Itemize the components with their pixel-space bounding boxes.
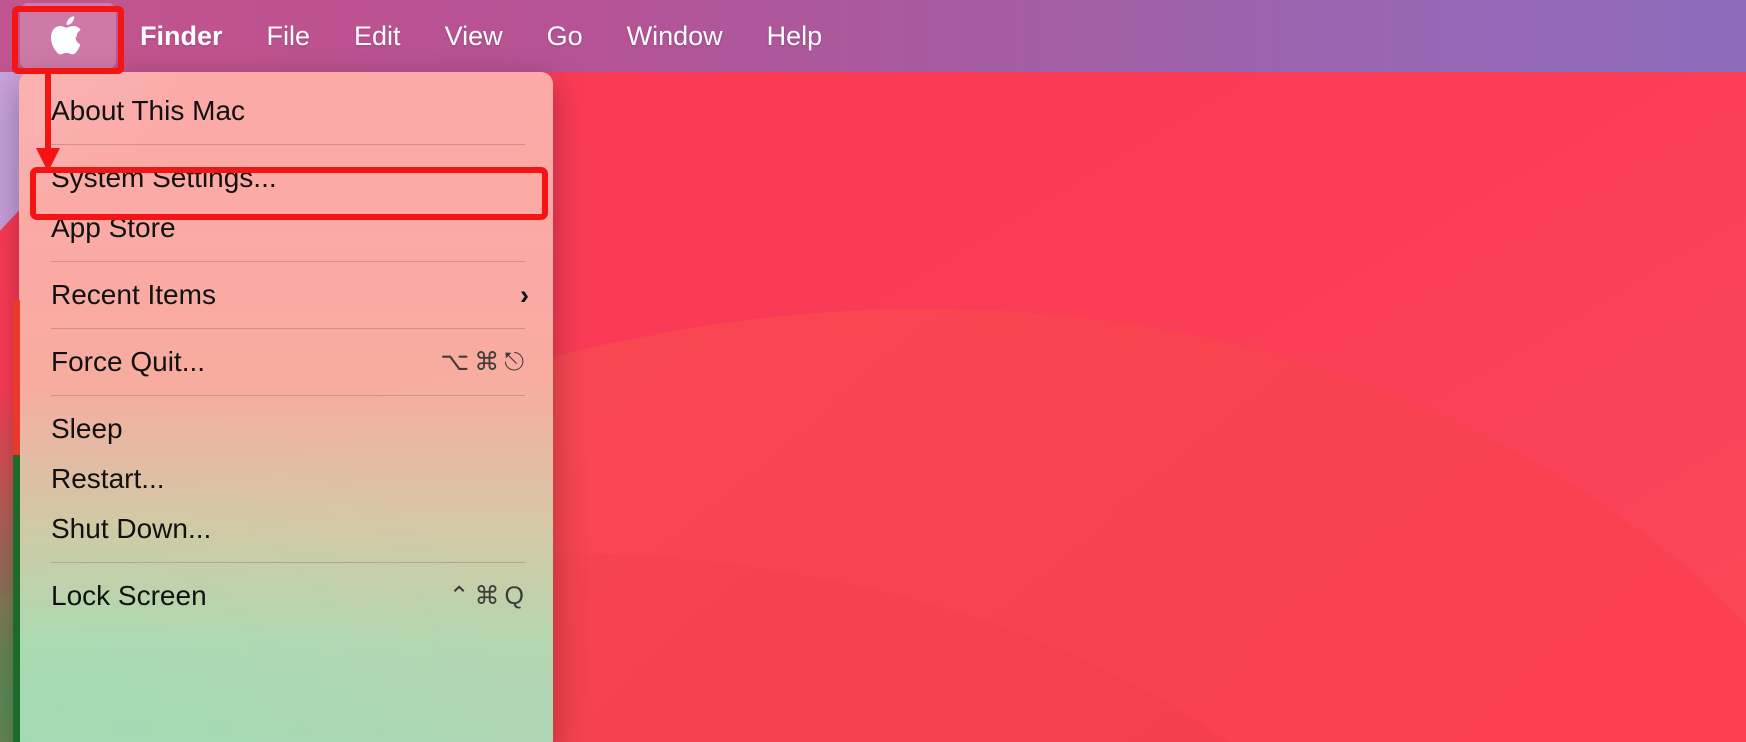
menu-item-shortcut: ⌥⌘⎋ [440,348,529,376]
menubar-item-file[interactable]: File [245,0,333,72]
menu-item-shortcut: ⌃⌘Q [448,582,529,610]
menubar-item-edit[interactable]: Edit [332,0,423,72]
menu-separator [51,144,525,145]
menu-item-recent-items[interactable]: Recent Items › [19,270,553,320]
menu-item-app-store[interactable]: App Store [19,203,553,253]
menubar-item-help[interactable]: Help [745,0,845,72]
menu-separator [51,562,525,563]
chevron-right-icon: › [520,279,529,310]
menubar-item-go[interactable]: Go [525,0,605,72]
menu-bar: Finder File Edit View Go Window Help [0,0,1746,72]
menu-item-label: Force Quit... [51,346,206,377]
apple-logo-icon [50,16,81,55]
apple-menu-dropdown: About This Mac System Settings... App St… [19,72,553,742]
menu-item-label: Recent Items [51,279,216,310]
menu-separator [51,261,525,262]
menu-item-label: Shut Down... [51,513,212,544]
menu-item-label: System Settings... [51,162,277,193]
menu-item-label: Sleep [51,413,123,444]
desktop-edge-strip-green [13,455,20,742]
menubar-item-view[interactable]: View [423,0,525,72]
menu-item-restart[interactable]: Restart... [19,454,553,504]
menu-item-label: About This Mac [51,95,246,126]
desktop-screen: Finder File Edit View Go Window Help Abo… [0,0,1746,742]
menu-item-shut-down[interactable]: Shut Down... [19,504,553,554]
menu-item-label: Restart... [51,463,165,494]
menu-separator [51,328,525,329]
menu-item-lock-screen[interactable]: Lock Screen ⌃⌘Q [19,571,553,621]
menu-item-label: App Store [51,212,176,243]
menu-item-system-settings[interactable]: System Settings... [19,153,553,203]
apple-menu-button[interactable] [20,3,116,69]
menu-item-force-quit[interactable]: Force Quit... ⌥⌘⎋ [19,337,553,387]
menubar-item-finder[interactable]: Finder [118,0,245,72]
menu-separator [51,395,525,396]
menu-item-label: Lock Screen [51,580,207,611]
menu-item-about-this-mac[interactable]: About This Mac [19,86,553,136]
menubar-item-window[interactable]: Window [605,0,745,72]
menu-item-sleep[interactable]: Sleep [19,404,553,454]
desktop-edge-strip-red [13,300,20,455]
